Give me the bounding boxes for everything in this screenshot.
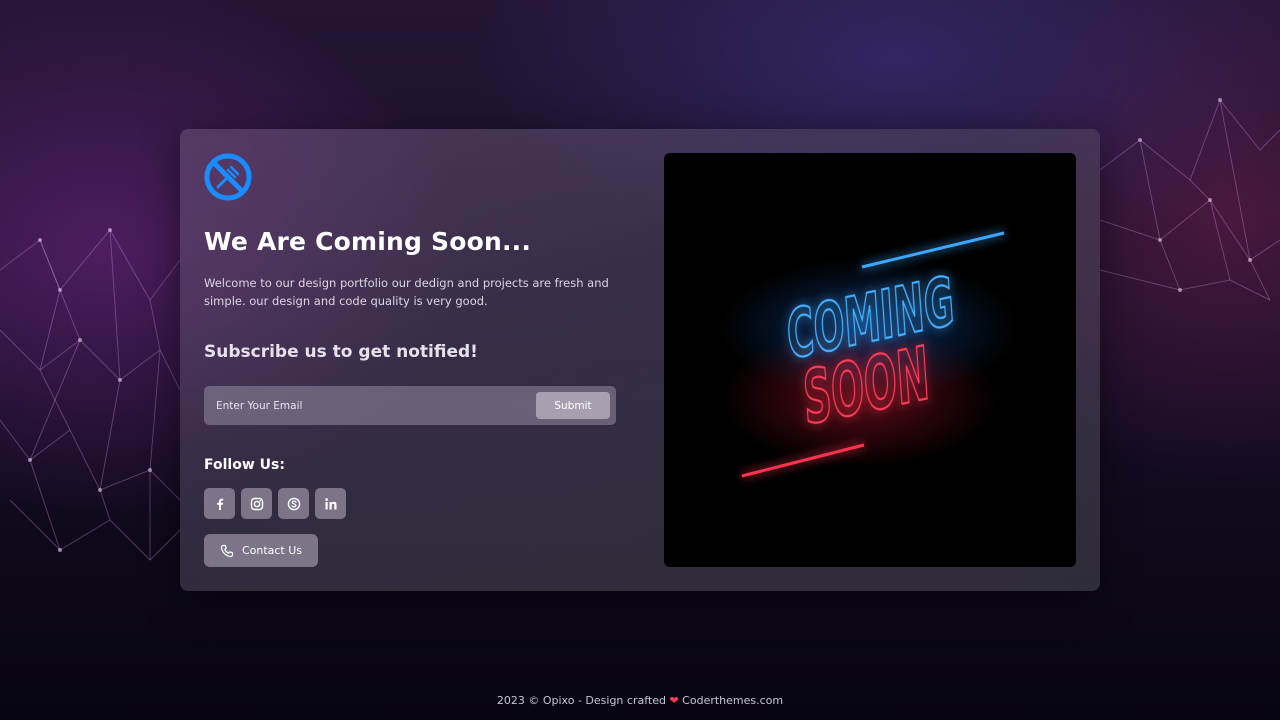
neon-sign: COMING SOON: [719, 231, 1019, 478]
phone-icon: [220, 544, 234, 557]
subscribe-form: Submit: [204, 386, 616, 425]
coming-soon-card: We Are Coming Soon... Welcome to our des…: [180, 129, 1100, 591]
subscribe-title: Subscribe us to get notified!: [204, 342, 478, 362]
facebook-button[interactable]: [204, 488, 235, 519]
skype-icon: [287, 497, 300, 510]
heart-icon: ❤: [669, 694, 679, 707]
instagram-icon: [250, 497, 263, 510]
page-title: We Are Coming Soon...: [204, 227, 532, 256]
coming-soon-image: COMING SOON: [664, 153, 1076, 567]
page-description: Welcome to our design portfolio our dedi…: [204, 276, 609, 308]
follow-us-title: Follow Us:: [204, 457, 285, 473]
footer-copyright: 2023 © Opixo - Design crafted: [496, 694, 666, 707]
contact-us-button[interactable]: Contact Us: [204, 534, 318, 567]
social-links: [204, 488, 346, 519]
email-input[interactable]: [204, 386, 524, 425]
footer: 2023 © Opixo - Design crafted ❤ Coderthe…: [0, 694, 1280, 707]
contact-us-label: Contact Us: [241, 544, 303, 557]
submit-button[interactable]: Submit: [536, 392, 610, 419]
linkedin-icon: [324, 497, 336, 509]
neon-blue-line: [861, 231, 1005, 269]
utensils-ban-logo-icon: [204, 153, 252, 201]
footer-credit-link[interactable]: Coderthemes.com: [682, 694, 783, 707]
facebook-icon: [216, 498, 223, 510]
linkedin-button[interactable]: [315, 488, 346, 519]
instagram-button[interactable]: [241, 488, 272, 519]
skype-button[interactable]: [278, 488, 309, 519]
